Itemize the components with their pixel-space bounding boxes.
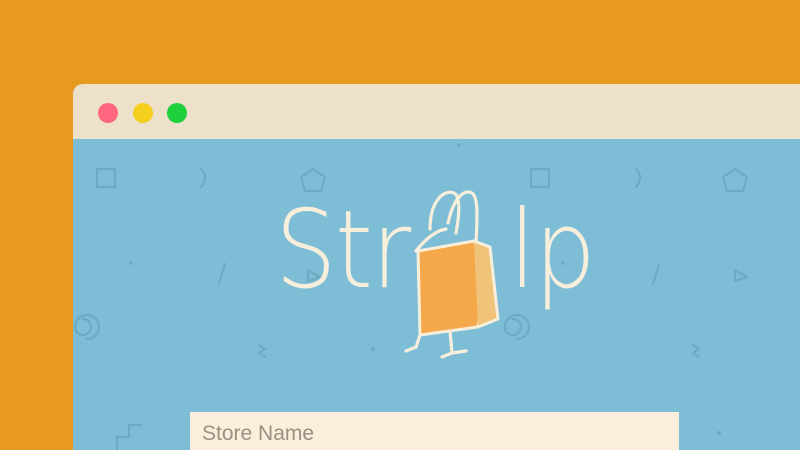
landing-content: Str lp xyxy=(73,139,800,450)
minimize-window-button[interactable] xyxy=(133,103,153,123)
app-logo: Str lp xyxy=(269,177,609,367)
browser-window: Str lp xyxy=(73,84,800,450)
shopping-bag-icon xyxy=(404,190,500,359)
window-titlebar xyxy=(73,84,800,139)
store-name-field-container xyxy=(190,412,679,450)
close-window-button[interactable] xyxy=(98,103,118,123)
maximize-window-button[interactable] xyxy=(167,103,187,123)
store-name-input[interactable] xyxy=(190,412,679,450)
logo-text-right: lp xyxy=(509,188,596,313)
